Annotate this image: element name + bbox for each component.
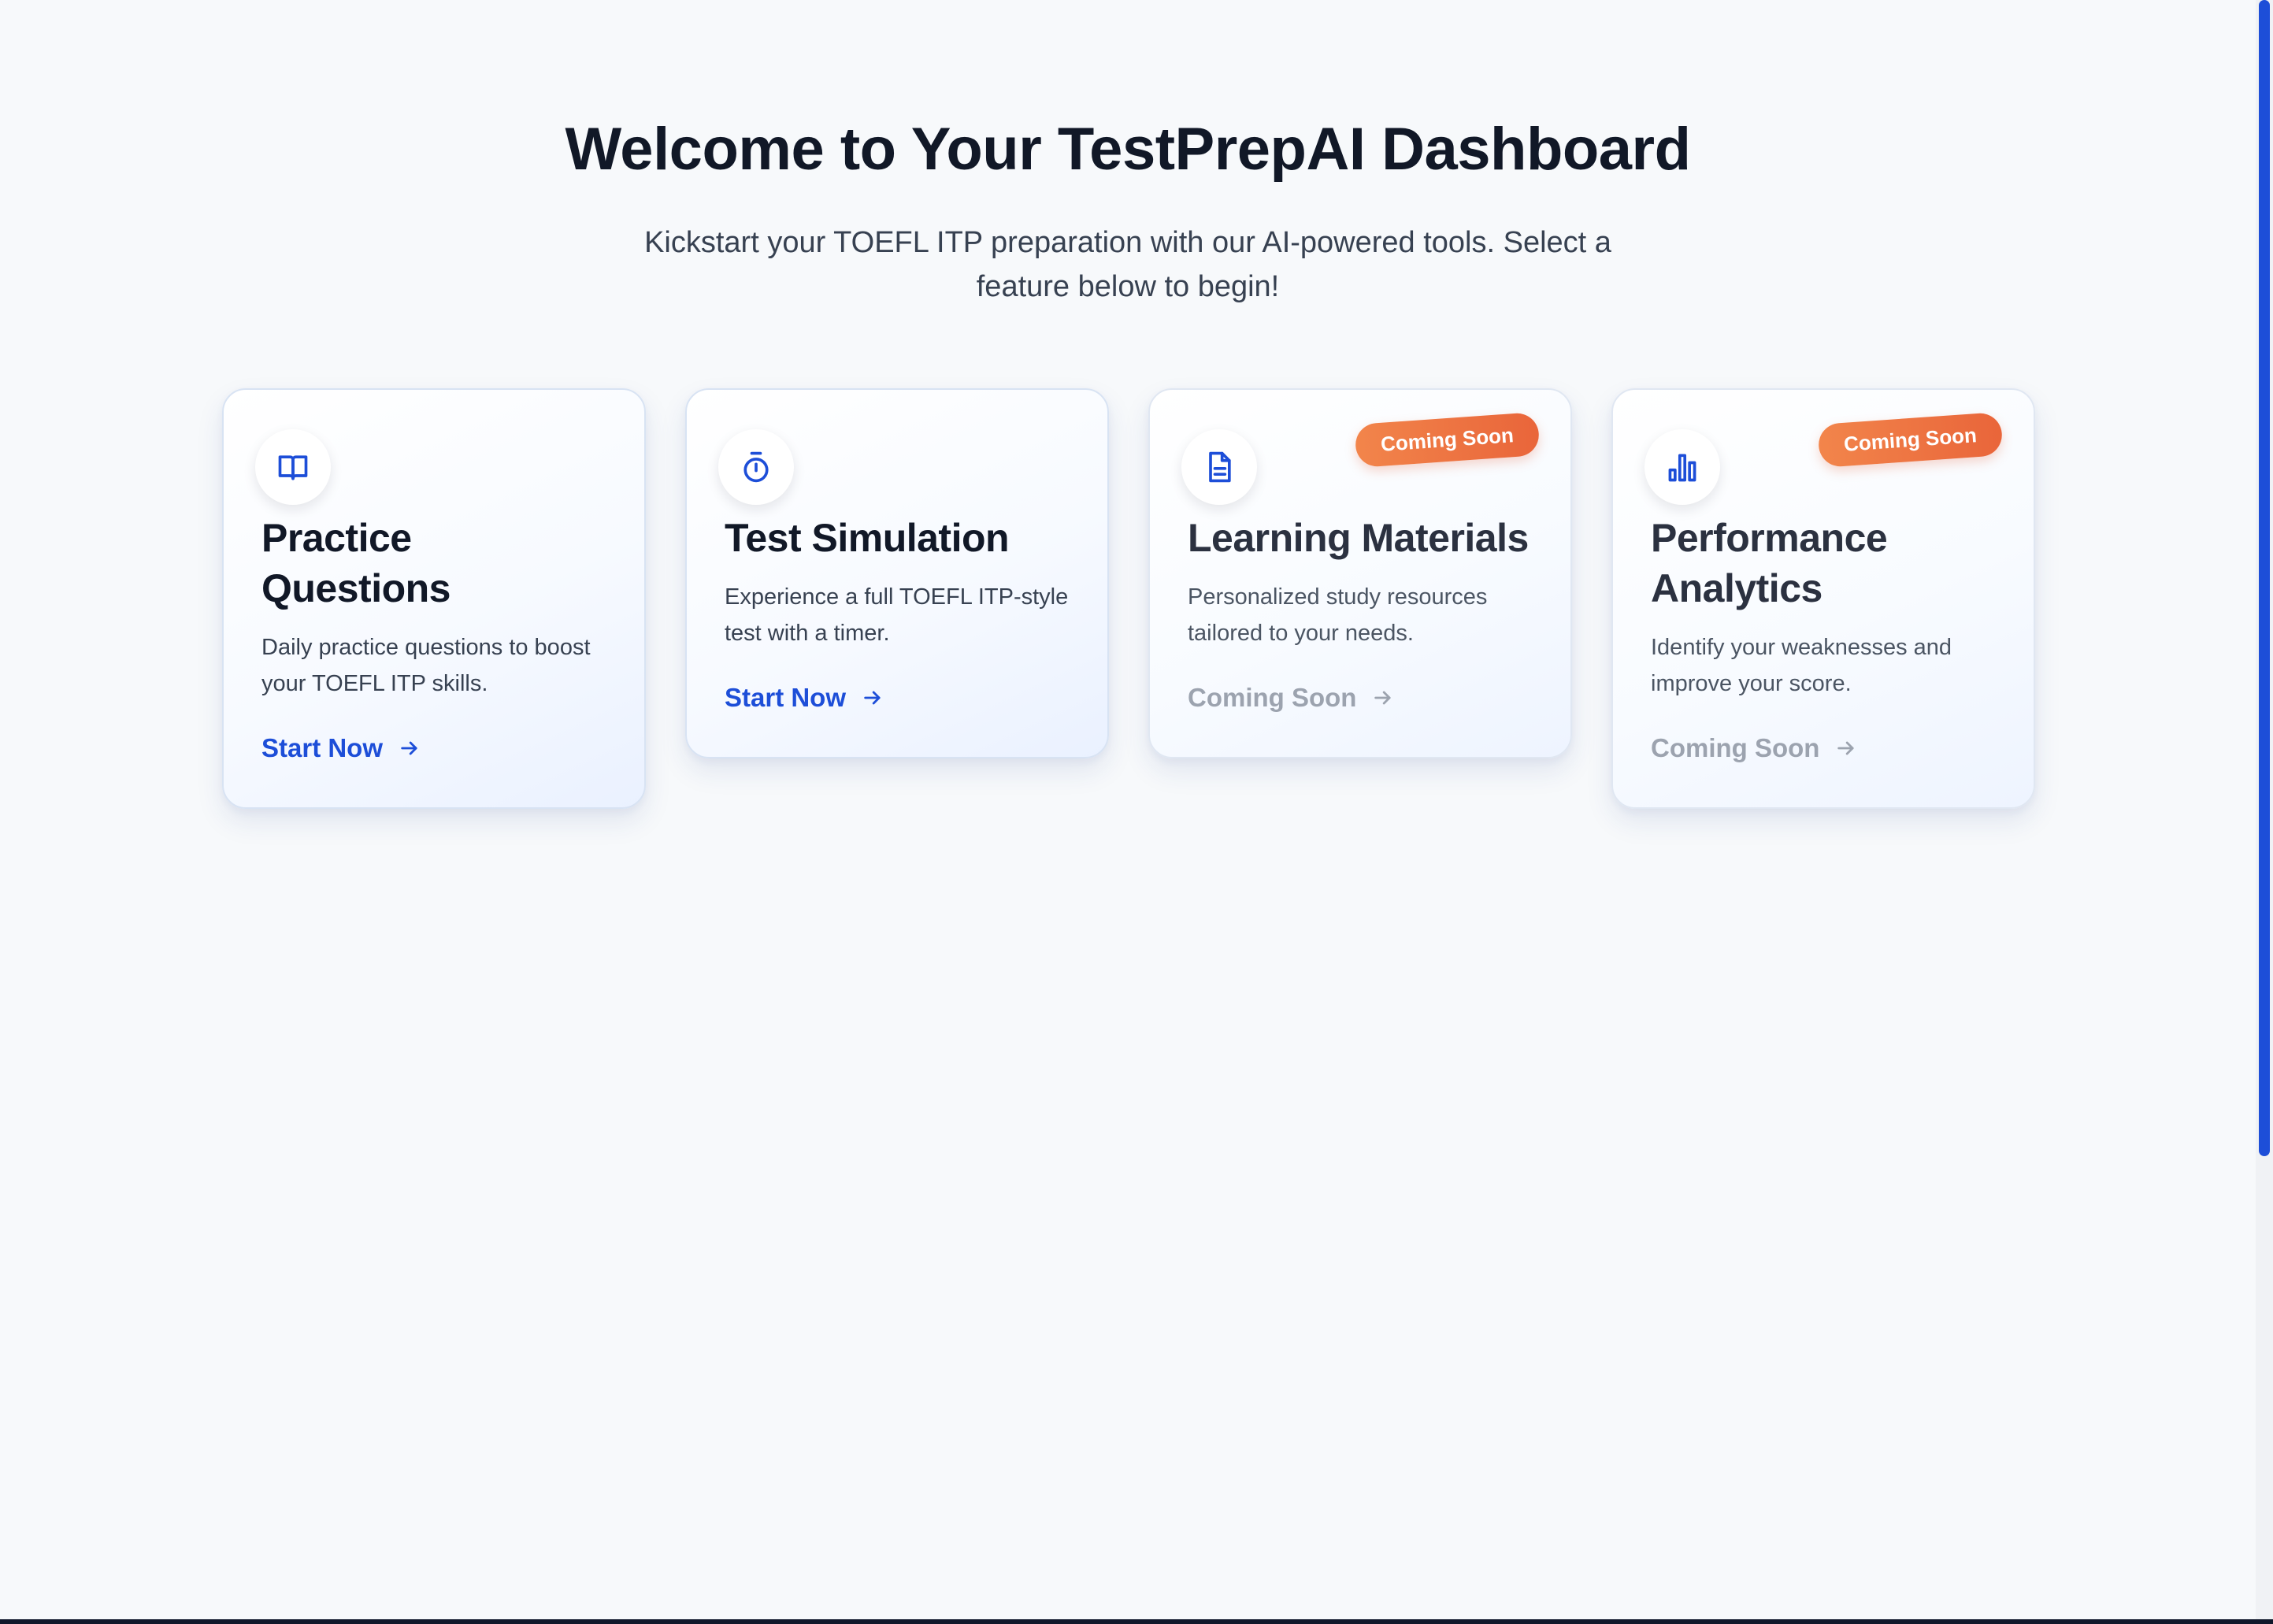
coming-soon-link: Coming Soon — [1188, 683, 1394, 713]
coming-soon-badge: Coming Soon — [1817, 411, 2004, 469]
card-title: Performance Analytics — [1651, 516, 1888, 610]
dashboard-page: Welcome to Your TestPrepAI Dashboard Kic… — [0, 0, 2256, 1619]
card-icon-container — [1181, 429, 1257, 505]
scrollbar-thumb[interactable] — [2259, 0, 2270, 1156]
card-description: Personalized study resources tailored to… — [1188, 584, 1488, 646]
card-title: Practice Questions — [261, 516, 451, 610]
arrow-right-icon — [1837, 741, 1855, 755]
card-title: Test Simulation — [725, 516, 1010, 560]
scrollbar-track[interactable] — [2256, 0, 2273, 1624]
card-description: Identify your weaknesses and improve you… — [1651, 635, 1952, 696]
dashboard-header: Welcome to Your TestPrepAI Dashboard Kic… — [0, 117, 2256, 309]
feature-cards: Practice Questions Daily practice questi… — [222, 388, 2035, 809]
card-performance-analytics: Coming Soon Performance Analytics Identi… — [1611, 388, 2035, 809]
card-test-simulation[interactable]: Test Simulation Experience a full TOEFL … — [685, 388, 1109, 758]
card-icon-container — [718, 429, 794, 505]
start-now-link[interactable]: Start Now — [725, 683, 884, 713]
card-practice-questions[interactable]: Practice Questions Daily practice questi… — [222, 388, 646, 809]
card-action-label: Start Now — [725, 683, 847, 712]
card-icon-container — [1644, 429, 1720, 505]
card-description: Daily practice questions to boost your T… — [261, 635, 591, 696]
stopwatch-icon — [743, 451, 769, 483]
arrow-right-icon — [1374, 691, 1392, 705]
card-description: Experience a full TOEFL ITP-style test w… — [725, 584, 1069, 646]
page-subtitle: Kickstart your TOEFL ITP preparation wit… — [644, 225, 1611, 303]
book-open-icon — [278, 455, 308, 480]
bottom-edge — [0, 1619, 2273, 1624]
card-action-label: Coming Soon — [1651, 733, 1820, 762]
document-icon — [1209, 451, 1231, 483]
coming-soon-badge: Coming Soon — [1354, 411, 1541, 469]
arrow-right-icon — [864, 691, 881, 705]
arrow-right-icon — [401, 741, 417, 755]
card-icon-container — [255, 429, 331, 505]
coming-soon-link: Coming Soon — [1651, 733, 1857, 763]
bar-chart-icon — [1668, 454, 1696, 482]
card-title: Learning Materials — [1188, 516, 1529, 560]
card-action-label: Start Now — [261, 733, 384, 762]
card-action-label: Coming Soon — [1188, 683, 1357, 712]
card-learning-materials: Coming Soon Learning Materials Personali… — [1148, 388, 1572, 758]
start-now-link[interactable]: Start Now — [261, 733, 421, 763]
page-title: Welcome to Your TestPrepAI Dashboard — [565, 116, 1691, 183]
